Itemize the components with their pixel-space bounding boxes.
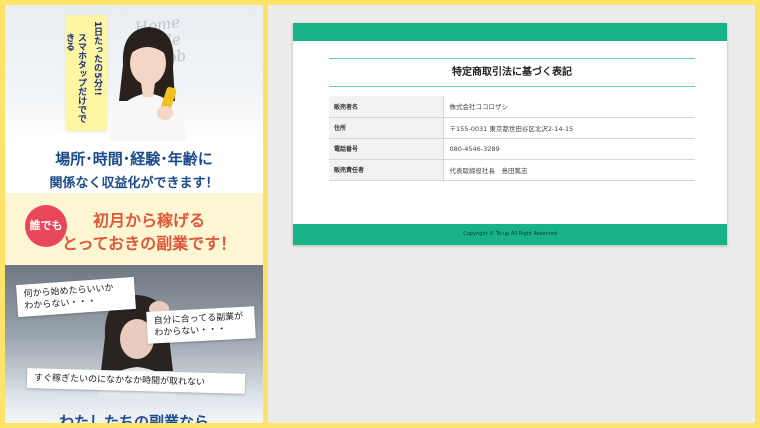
badge-line-2: スマホタップだけでできる bbox=[64, 33, 86, 123]
row-value: 株式会社ココロザシ bbox=[442, 96, 695, 118]
legal-notice-page: 特定商取引法に基づく表記 販売者名 株式会社ココロザシ 住所 〒155-0031… bbox=[293, 23, 727, 245]
worry-bubble-3: すぐ稼ぎたいのになかなか時間が取れない bbox=[26, 368, 246, 394]
row-label: 販売者名 bbox=[329, 96, 443, 118]
table-row: 販売責任者 代表取締役社長 島田篤志 bbox=[329, 159, 695, 181]
row-label: 住所 bbox=[329, 117, 443, 139]
woman-with-phone-image bbox=[109, 27, 187, 141]
row-label: 電話番号 bbox=[329, 138, 443, 160]
row-value: 〒155-0031 東京都世田谷区北沢2-14-15 bbox=[442, 117, 695, 139]
worries-title: わたしたちの副業なら bbox=[58, 413, 209, 423]
promo-line-1: 初月から稼げる bbox=[92, 211, 205, 230]
worry-bubble-1-text: 何から始めたらいいか わからない・・・ bbox=[23, 283, 114, 312]
worry-bubble-3-text: すぐ稼ぎたいのになかなか時間が取れない bbox=[33, 373, 206, 388]
row-label: 販売責任者 bbox=[329, 159, 443, 181]
promo-line-2: とっておきの副業です！ bbox=[61, 234, 237, 253]
worries-section: 何から始めたらいいか わからない・・・ 自分に合ってる副業が わからない・・・ … bbox=[5, 265, 263, 423]
row-value: 代表取締役社長 島田篤志 bbox=[442, 159, 695, 181]
promo-section: 誰でも 初月から稼げる とっておきの副業です！ bbox=[5, 193, 263, 265]
table-row: 住所 〒155-0031 東京都世田谷区北沢2-14-15 bbox=[329, 117, 695, 139]
page-header-bar bbox=[293, 23, 727, 41]
tagline-line-2: 関係なく収益化ができます！ bbox=[49, 176, 219, 191]
seller-info-table: 販売者名 株式会社ココロザシ 住所 〒155-0031 東京都世田谷区北沢2-1… bbox=[329, 96, 695, 181]
promo-text: 初月から稼げる とっておきの副業です！ bbox=[49, 209, 249, 255]
table-row: 電話番号 080-4546-3289 bbox=[329, 138, 695, 160]
worry-bubble-2-text: 自分に合ってる副業が わからない・・・ bbox=[153, 311, 244, 339]
worry-bubble-2: 自分に合ってる副業が わからない・・・ bbox=[146, 306, 256, 344]
page-footer: Copyright © To-up All Right Reserved bbox=[293, 224, 727, 245]
tagline-section: 場所･時間･経験･年齢に 関係なく収益化ができます！ bbox=[5, 141, 263, 193]
row-value: 080-4546-3289 bbox=[442, 138, 695, 160]
page-title: 特定商取引法に基づく表記 bbox=[329, 58, 695, 87]
landing-page-column: Home Side Job 1日たったの5分!! スマホタップだけでできる 場所… bbox=[5, 5, 263, 423]
tagline-line-1: 場所･時間･経験･年齢に bbox=[55, 150, 213, 168]
hero-section: Home Side Job 1日たったの5分!! スマホタップだけでできる bbox=[5, 5, 263, 141]
legal-notice-panel: 特定商取引法に基づく表記 販売者名 株式会社ココロザシ 住所 〒155-0031… bbox=[268, 5, 755, 423]
table-row: 販売者名 株式会社ココロザシ bbox=[329, 96, 695, 118]
